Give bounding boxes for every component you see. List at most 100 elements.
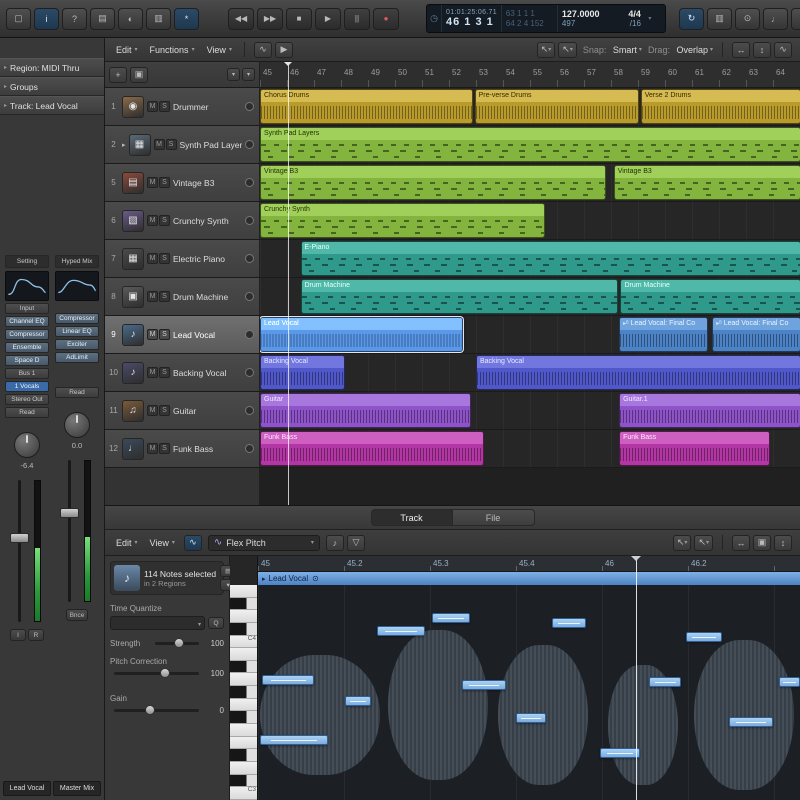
strength-slider[interactable]	[155, 642, 199, 645]
record-enable-button[interactable]	[245, 330, 254, 339]
region[interactable]: Vintage B3	[614, 165, 800, 200]
track-lane[interactable]: Crunchy Synth	[260, 202, 800, 239]
fader-thumb[interactable]	[60, 508, 79, 518]
black-key[interactable]	[230, 711, 257, 724]
add-track-button[interactable]: +	[109, 67, 127, 83]
velocity-filter-button[interactable]: ▽	[347, 535, 365, 551]
left-click-tool-button[interactable]: ↖▾	[673, 535, 692, 551]
input-slot[interactable]: Input	[5, 303, 49, 314]
mute-button[interactable]: M	[147, 215, 158, 226]
region[interactable]: Guitar.1	[619, 393, 800, 428]
flex-pitch-note[interactable]	[462, 680, 506, 690]
solo-button[interactable]: S	[159, 405, 170, 416]
flex-pitch-note[interactable]	[262, 675, 314, 685]
record-enable-button[interactable]	[245, 368, 254, 377]
pan-knob[interactable]	[14, 432, 40, 458]
volume-fader[interactable]	[5, 478, 49, 624]
rewind-button[interactable]: ◀◀	[228, 8, 254, 30]
editor-region-header[interactable]: ▸ Lead Vocal ⊙	[258, 572, 800, 585]
record-enable-button[interactable]	[245, 216, 254, 225]
record-enable-button[interactable]	[245, 292, 254, 301]
record-enable-button[interactable]	[245, 102, 254, 111]
track-lane[interactable]: Backing VocalBacking Vocal	[260, 354, 800, 391]
smart-controls-button[interactable]: ◐	[118, 8, 143, 30]
tab-track[interactable]: Track	[371, 509, 453, 526]
track-display-button[interactable]: ▾	[242, 68, 255, 81]
pause-button[interactable]: ||	[344, 8, 370, 30]
record-enable-button[interactable]	[245, 444, 254, 453]
region[interactable]: Guitar	[260, 393, 471, 428]
flex-pitch-note[interactable]	[552, 618, 586, 628]
automation-mode-button[interactable]: Read	[5, 407, 49, 418]
region[interactable]: Pre-verse Drums	[475, 89, 640, 124]
duplicate-track-button[interactable]: ▣	[130, 67, 148, 83]
tuner-button[interactable]: ♩	[763, 8, 788, 30]
track-lane[interactable]: Guitar Guitar.1	[260, 392, 800, 429]
plugin-slot[interactable]: Compressor	[5, 329, 49, 340]
waveform-zoom-button[interactable]: ∿	[774, 42, 792, 58]
record-enable-button[interactable]	[245, 254, 254, 263]
white-key[interactable]	[230, 724, 257, 737]
track-header[interactable]: 5▤MSVintage B3	[105, 164, 260, 201]
quick-help-button[interactable]: ?	[62, 8, 87, 30]
strip-mini-button[interactable]: Bnce	[66, 609, 89, 621]
editor-edit-menu-button[interactable]: Edit▾	[113, 536, 141, 550]
record-enable-button[interactable]	[245, 178, 254, 187]
bar-ruler[interactable]: 4546474849505152535455565758596061626364	[260, 62, 800, 88]
solo-button[interactable]: S	[159, 291, 170, 302]
flex-pitch-note[interactable]	[345, 696, 371, 706]
region-inspector-header[interactable]: ▸Region: MIDI Thru	[0, 58, 104, 77]
solo-button[interactable]: S	[159, 367, 170, 378]
track-lane[interactable]: Funk BassFunk Bass	[260, 430, 800, 467]
mixer-button[interactable]: ▥	[146, 8, 171, 30]
command-click-tool-button[interactable]: ↖▾	[558, 42, 577, 58]
region[interactable]: Chorus Drums	[260, 89, 473, 124]
mute-button[interactable]: M	[147, 291, 158, 302]
time-quantize-dropdown[interactable]: ▾	[110, 616, 205, 630]
white-key[interactable]	[230, 610, 257, 623]
track-lane[interactable]: Vintage B3Vintage B3	[260, 164, 800, 201]
plugin-slot[interactable]: Space D	[5, 355, 49, 366]
white-key[interactable]	[230, 762, 257, 775]
control-bar-display-button[interactable]: ▢	[6, 8, 31, 30]
plugin-slot[interactable]: Linear EQ	[55, 326, 99, 337]
metronome-button[interactable]: ▲	[791, 8, 800, 30]
track-header[interactable]: 9♪MSLead Vocal	[105, 316, 260, 353]
output-slot[interactable]: Stereo Out	[5, 394, 49, 405]
track-header[interactable]: 10♪MSBacking Vocal	[105, 354, 260, 391]
flex-mode-dropdown[interactable]: ∿Flex Pitch▾	[208, 535, 320, 551]
region[interactable]: Synth Pad Layers	[260, 127, 800, 162]
edit-menu-button[interactable]: Edit▾	[113, 43, 141, 57]
cycle-button[interactable]: ↻	[679, 8, 704, 30]
mute-button[interactable]: M	[147, 329, 158, 340]
region[interactable]: Vintage B3	[260, 165, 606, 200]
stop-button[interactable]: ■	[286, 8, 312, 30]
solo-button[interactable]: S	[159, 329, 170, 340]
flex-pitch-note[interactable]	[600, 748, 640, 758]
flex-pitch-note[interactable]	[686, 632, 722, 642]
send-slot[interactable]: Bus 1	[5, 368, 49, 379]
record-button[interactable]: ●	[373, 8, 399, 30]
region[interactable]: Verse 2 Drums	[641, 89, 800, 124]
left-click-tool-button[interactable]: ↖▾	[537, 42, 556, 58]
toolbar-toggle-button[interactable]: *	[174, 8, 199, 30]
flex-pitch-note[interactable]	[729, 717, 773, 727]
region[interactable]: Funk Bass	[619, 431, 770, 466]
region[interactable]: Lead Vocal	[260, 317, 463, 352]
mute-button[interactable]: M	[147, 367, 158, 378]
track-header[interactable]: 6▧MSCrunchy Synth	[105, 202, 260, 239]
flex-pitch-note[interactable]	[516, 713, 546, 723]
snap-menu-button[interactable]: Snap: Smart▾	[583, 45, 642, 55]
track-sort-button[interactable]: ▾	[227, 68, 240, 81]
track-header[interactable]: 12♩MSFunk Bass	[105, 430, 260, 467]
solo-button[interactable]: S	[159, 101, 170, 112]
track-header[interactable]: 7▦MSElectric Piano	[105, 240, 260, 277]
plugin-slot[interactable]: Exciter	[55, 339, 99, 350]
region[interactable]: Drum Machine	[301, 279, 618, 314]
eq-thumbnail[interactable]	[5, 271, 49, 301]
track-lane[interactable]: Chorus DrumsPre-verse DrumsVerse 2 Drums	[260, 88, 800, 125]
white-key[interactable]	[230, 699, 257, 712]
fader-thumb[interactable]	[10, 533, 29, 543]
record-enable-button[interactable]	[245, 140, 254, 149]
replace-button[interactable]: ⊙	[735, 8, 760, 30]
